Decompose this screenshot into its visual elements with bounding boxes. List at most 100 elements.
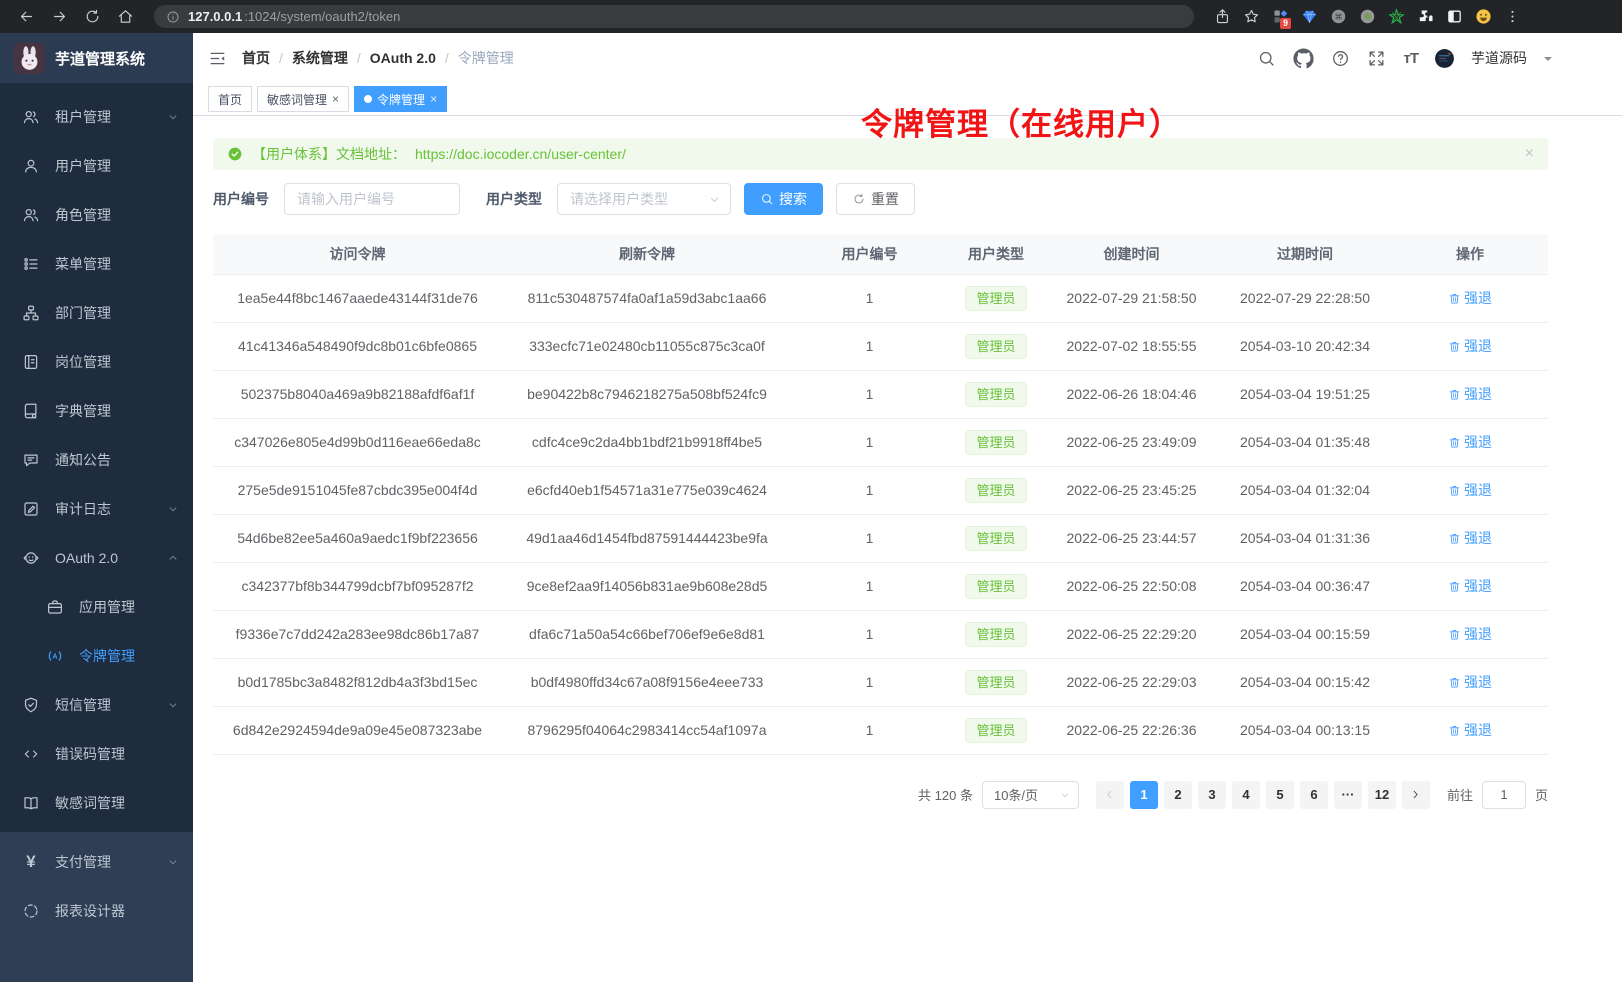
browser-chrome: 127.0.0.1 :1024/system/oauth2/token 9 ⌘ bbox=[0, 0, 1622, 33]
menu-item-notice-announcement[interactable]: 通知公告 bbox=[0, 435, 193, 484]
menu-item-oauth2[interactable]: OAuth 2.0 bbox=[0, 533, 193, 582]
page-button[interactable]: 12 bbox=[1368, 781, 1396, 809]
tab-token[interactable]: 令牌管理× bbox=[354, 86, 447, 112]
header-search-icon[interactable] bbox=[1257, 49, 1276, 68]
force-logout-button[interactable]: 强退 bbox=[1448, 432, 1492, 452]
site-info-icon[interactable] bbox=[166, 10, 180, 24]
bookmark-star-icon[interactable] bbox=[1243, 8, 1260, 25]
browser-menu-icon[interactable] bbox=[1504, 8, 1521, 25]
page-button[interactable]: 3 bbox=[1198, 781, 1226, 809]
menu-item-pay-management[interactable]: ¥支付管理 bbox=[0, 837, 193, 886]
tab-group-icon[interactable] bbox=[1446, 8, 1463, 25]
cmd-extension-icon[interactable]: ⌘ bbox=[1330, 8, 1347, 25]
browser-reload-icon[interactable] bbox=[84, 8, 101, 25]
breadcrumb-item[interactable]: 首页 bbox=[242, 48, 270, 68]
chevron-down-icon bbox=[167, 111, 179, 123]
force-logout-button[interactable]: 强退 bbox=[1448, 672, 1492, 692]
menu-item-role-management[interactable]: 角色管理 bbox=[0, 190, 193, 239]
cell-user-id: 1 bbox=[792, 562, 947, 610]
browser-home-icon[interactable] bbox=[117, 8, 134, 25]
goto-label: 前往 bbox=[1447, 785, 1473, 804]
cell-expire-time: 2054-03-04 19:51:25 bbox=[1218, 370, 1392, 418]
extension-grid-icon[interactable]: 9 bbox=[1272, 8, 1289, 25]
share-icon[interactable] bbox=[1214, 8, 1231, 25]
fullscreen-icon[interactable] bbox=[1367, 49, 1386, 68]
menu-item-dict-management[interactable]: 字典管理 bbox=[0, 386, 193, 435]
search-icon bbox=[760, 192, 774, 206]
cell-create-time: 2022-07-02 18:55:55 bbox=[1045, 322, 1218, 370]
force-logout-button[interactable]: 强退 bbox=[1448, 384, 1492, 404]
menu-item-tenant-management[interactable]: 租户管理 bbox=[0, 92, 193, 141]
cell-refresh-token: b0df4980ffd34c67a08f9156e4eee733 bbox=[502, 658, 792, 706]
browser-profile-avatar[interactable] bbox=[1475, 8, 1492, 25]
page-size-select[interactable]: 10条/页 bbox=[982, 781, 1079, 809]
user-type-select[interactable]: 请选择用户类型 bbox=[557, 183, 731, 215]
font-size-icon[interactable]: тT bbox=[1403, 50, 1418, 67]
browser-forward-icon[interactable] bbox=[51, 8, 68, 25]
app-logo[interactable]: 芋道管理系统 bbox=[0, 33, 193, 83]
user-id-input[interactable] bbox=[284, 183, 460, 215]
username[interactable]: 芋道源码 bbox=[1471, 48, 1527, 68]
github-icon[interactable] bbox=[1293, 48, 1314, 69]
menu-item-dept-management[interactable]: 部门管理 bbox=[0, 288, 193, 337]
alert-close-icon[interactable]: × bbox=[1525, 146, 1534, 162]
column-header: 访问令牌 bbox=[213, 234, 502, 274]
menu-item-oauth2-app-management[interactable]: 应用管理 bbox=[0, 582, 193, 631]
page-button[interactable]: 2 bbox=[1164, 781, 1192, 809]
menu-item-post-management[interactable]: 岗位管理 bbox=[0, 337, 193, 386]
page-button[interactable]: 5 bbox=[1266, 781, 1294, 809]
force-logout-button[interactable]: 强退 bbox=[1448, 528, 1492, 548]
sidebar-toggle-icon[interactable] bbox=[208, 49, 227, 68]
prev-page-button[interactable] bbox=[1096, 781, 1124, 809]
force-logout-button[interactable]: 强退 bbox=[1448, 720, 1492, 740]
breadcrumb-item[interactable]: 系统管理 bbox=[292, 48, 348, 68]
force-logout-button[interactable]: 强退 bbox=[1448, 336, 1492, 356]
alert-doc-link[interactable]: https://doc.iocoder.cn/user-center/ bbox=[415, 146, 626, 162]
breadcrumb-item[interactable]: 令牌管理 bbox=[458, 48, 514, 68]
menu-item-report-designer[interactable]: 报表设计器 bbox=[0, 886, 193, 935]
search-button[interactable]: 搜索 bbox=[744, 183, 823, 215]
page-size-value: 10条/页 bbox=[994, 785, 1038, 804]
column-header: 用户编号 bbox=[792, 234, 947, 274]
force-logout-label: 强退 bbox=[1464, 432, 1492, 452]
user-avatar[interactable] bbox=[1435, 49, 1454, 68]
page-button[interactable]: 1 bbox=[1130, 781, 1158, 809]
tab-sensitive-word[interactable]: 敏感词管理× bbox=[257, 86, 349, 112]
force-logout-button[interactable]: 强退 bbox=[1448, 624, 1492, 644]
tab-home[interactable]: 首页 bbox=[208, 86, 252, 112]
menu-item-label: 通知公告 bbox=[55, 450, 111, 470]
extensions-puzzle-icon[interactable] bbox=[1417, 8, 1434, 25]
record-extension-icon[interactable] bbox=[1359, 8, 1376, 25]
menu-item-menu-management[interactable]: 菜单管理 bbox=[0, 239, 193, 288]
menu-item-oauth2-token-management[interactable]: A令牌管理 bbox=[0, 631, 193, 680]
force-logout-button[interactable]: 强退 bbox=[1448, 288, 1492, 308]
reset-button[interactable]: 重置 bbox=[836, 183, 915, 215]
page-button[interactable]: 4 bbox=[1232, 781, 1260, 809]
green-star-extension-icon[interactable] bbox=[1388, 8, 1405, 25]
rabbit-logo-icon bbox=[14, 43, 45, 74]
help-icon[interactable] bbox=[1331, 49, 1350, 68]
cell-expire-time: 2054-03-04 00:13:15 bbox=[1218, 706, 1392, 754]
gem-extension-icon[interactable] bbox=[1301, 8, 1318, 25]
force-logout-label: 强退 bbox=[1464, 336, 1492, 356]
address-bar[interactable]: 127.0.0.1 :1024/system/oauth2/token bbox=[154, 5, 1194, 28]
page-button[interactable]: 6 bbox=[1300, 781, 1328, 809]
menu-item-sms-management[interactable]: 短信管理 bbox=[0, 680, 193, 729]
user-caret-down-icon[interactable] bbox=[1544, 57, 1552, 65]
pager-ellipsis[interactable]: ··· bbox=[1334, 781, 1362, 809]
menu-item-audit-log[interactable]: 审计日志 bbox=[0, 484, 193, 533]
menu-item-sensitive-word-management[interactable]: 敏感词管理 bbox=[0, 778, 193, 827]
force-logout-button[interactable]: 强退 bbox=[1448, 480, 1492, 500]
next-page-button[interactable] bbox=[1402, 781, 1430, 809]
menu-item-user-management[interactable]: 用户管理 bbox=[0, 141, 193, 190]
app-icon bbox=[46, 598, 64, 616]
tab-close-icon[interactable]: × bbox=[332, 93, 339, 105]
goto-page-input[interactable] bbox=[1482, 781, 1526, 809]
tab-close-icon[interactable]: × bbox=[430, 93, 437, 105]
force-logout-button[interactable]: 强退 bbox=[1448, 576, 1492, 596]
breadcrumb-item[interactable]: OAuth 2.0 bbox=[370, 50, 436, 66]
menu-item-error-code-management[interactable]: 错误码管理 bbox=[0, 729, 193, 778]
cell-actions: 强退 bbox=[1392, 466, 1548, 514]
browser-back-icon[interactable] bbox=[18, 8, 35, 25]
user-type-tag: 管理员 bbox=[965, 670, 1026, 695]
